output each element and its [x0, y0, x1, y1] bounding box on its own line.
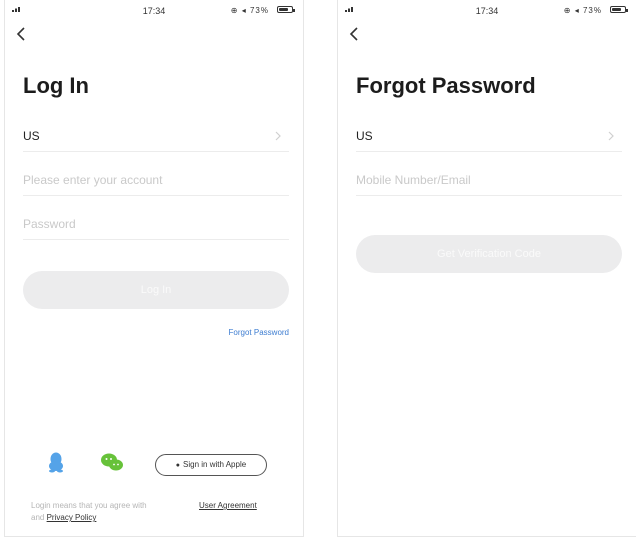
region-value: US: [23, 129, 40, 143]
region-selector[interactable]: US: [23, 121, 289, 152]
legal-text: Login means that you agree with: [31, 501, 147, 510]
chevron-right-icon: [275, 131, 281, 141]
battery-icon: [610, 6, 628, 13]
account-input[interactable]: Please enter your account: [23, 165, 289, 196]
page-title: Forgot Password: [356, 73, 536, 98]
back-chevron-icon[interactable]: [347, 26, 363, 42]
password-placeholder: Password: [23, 217, 76, 231]
wechat-icon[interactable]: [99, 449, 125, 475]
forgot-password-screen: 17:34 ⊕ ◂ 73% Forgot Password US Mobile …: [337, 0, 636, 537]
get-verification-code-button[interactable]: Get Verification Code: [356, 235, 622, 273]
region-selector[interactable]: US: [356, 121, 622, 152]
user-agreement-link[interactable]: User Agreement: [199, 500, 257, 512]
alarm-icon: ◂: [574, 6, 580, 15]
sign-in-with-apple-button[interactable]: ● Sign in with Apple: [155, 454, 267, 476]
apple-button-label: Sign in with Apple: [183, 460, 247, 469]
status-icons: ⊕ ◂ 73%: [564, 6, 602, 15]
chevron-right-icon: [608, 131, 614, 141]
login-button[interactable]: Log In: [23, 271, 289, 309]
location-icon: ⊕: [563, 6, 572, 15]
legal-and: and: [31, 513, 45, 522]
back-chevron-icon[interactable]: [14, 26, 30, 42]
battery-icon: [277, 6, 295, 13]
forgot-password-link[interactable]: Forgot Password: [229, 328, 289, 337]
legal-notice: Login means that you agree with User Agr…: [31, 500, 291, 524]
mobile-email-placeholder: Mobile Number/Email: [356, 173, 471, 187]
apple-icon: ●: [175, 462, 181, 469]
battery-percent: 73%: [582, 6, 602, 15]
battery-percent: 73%: [249, 6, 269, 15]
mobile-email-input[interactable]: Mobile Number/Email: [356, 165, 622, 196]
account-placeholder: Please enter your account: [23, 173, 163, 187]
status-bar: 17:34 ⊕ ◂ 73%: [5, 0, 303, 20]
alarm-icon: ◂: [241, 6, 247, 15]
status-icons: ⊕ ◂ 73%: [231, 6, 269, 15]
region-value: US: [356, 129, 373, 143]
password-input[interactable]: Password: [23, 209, 289, 240]
privacy-policy-link[interactable]: Privacy Policy: [47, 513, 97, 522]
qq-icon[interactable]: [43, 449, 69, 475]
login-screen: 17:34 ⊕ ◂ 73% Log In US Please enter you…: [4, 0, 304, 537]
page-title: Log In: [23, 73, 89, 98]
status-bar: 17:34 ⊕ ◂ 73%: [338, 0, 636, 20]
location-icon: ⊕: [230, 6, 239, 15]
